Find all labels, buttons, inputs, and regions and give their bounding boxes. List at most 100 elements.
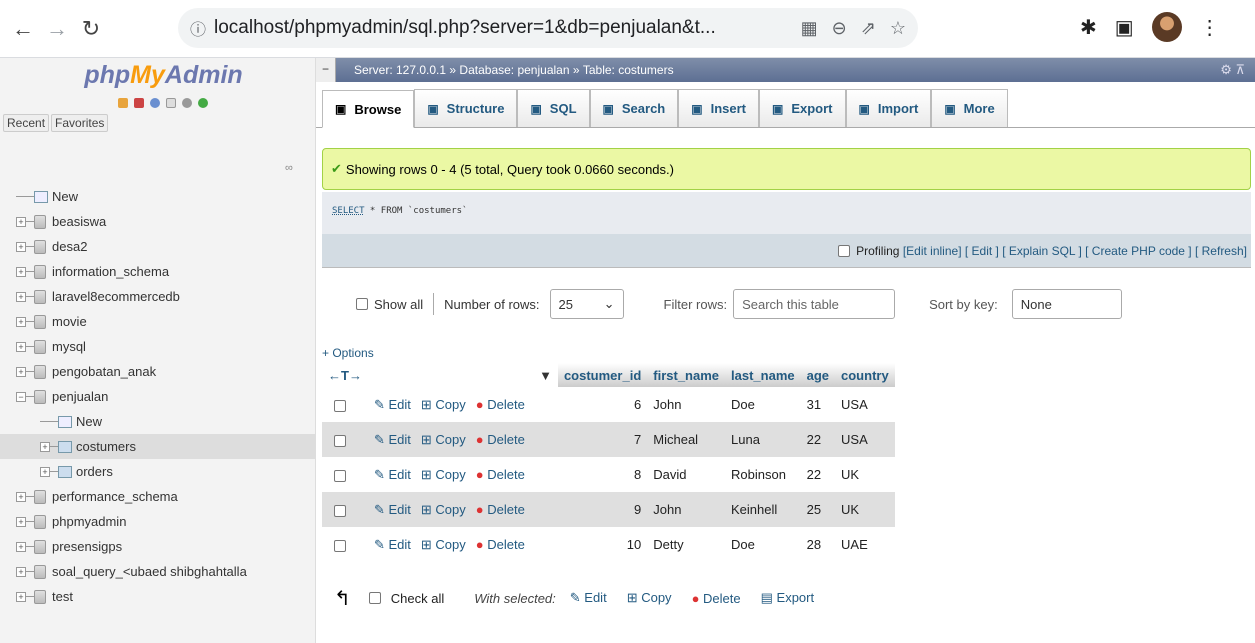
row-checkbox[interactable] bbox=[334, 539, 346, 552]
expand-icon[interactable]: + bbox=[16, 316, 26, 327]
tree-item[interactable]: + phpmyadmin bbox=[0, 509, 315, 534]
filter-input[interactable]: Search this table bbox=[733, 289, 896, 319]
cell-age[interactable]: 28 bbox=[800, 527, 836, 562]
translate-icon[interactable]: ▦ bbox=[801, 18, 818, 39]
bulk-export-button[interactable]: ▤ Export bbox=[761, 590, 814, 606]
col-country[interactable]: country bbox=[835, 363, 895, 387]
tab-structure[interactable]: ▣ Structure bbox=[414, 89, 518, 127]
cell-costumer-id[interactable]: 9 bbox=[557, 492, 648, 527]
cell-costumer-id[interactable]: 7 bbox=[557, 422, 648, 457]
tab-export[interactable]: ▣ Export bbox=[759, 89, 846, 127]
col-last-name[interactable]: last_name bbox=[725, 363, 801, 387]
tree-item[interactable]: + mysql bbox=[0, 334, 315, 359]
query-links[interactable]: [Edit inline] [ Edit ] [ Explain SQL ] [… bbox=[903, 244, 1247, 258]
col-first-name[interactable]: first_name bbox=[647, 363, 726, 387]
cell-last-name[interactable]: Doe bbox=[725, 387, 801, 422]
reload-icon[interactable]: ↻ bbox=[74, 12, 108, 46]
row-checkbox[interactable] bbox=[334, 434, 346, 447]
share-icon[interactable]: ⇗ bbox=[861, 18, 876, 39]
tab-more[interactable]: ▣ More bbox=[931, 89, 1008, 127]
tree-item[interactable]: + movie bbox=[0, 309, 315, 334]
expand-icon[interactable]: + bbox=[16, 216, 26, 227]
bulk-copy-button[interactable]: ⊞ Copy bbox=[627, 590, 672, 606]
expand-icon[interactable]: + bbox=[16, 241, 26, 252]
collapse-icon[interactable]: − bbox=[316, 58, 336, 82]
phpmyadmin-logo[interactable]: php My Admin bbox=[0, 58, 315, 92]
row-checkbox[interactable] bbox=[334, 469, 346, 482]
sort-select[interactable]: None bbox=[1011, 289, 1122, 319]
row-checkbox[interactable] bbox=[334, 399, 346, 412]
cell-costumer-id[interactable]: 6 bbox=[557, 387, 648, 422]
edit-button[interactable]: ✎ Edit bbox=[374, 397, 411, 412]
cell-age[interactable]: 31 bbox=[800, 387, 836, 422]
cell-first-name[interactable]: Detty bbox=[647, 527, 726, 562]
tree-item[interactable]: + orders bbox=[0, 459, 315, 484]
tab-import[interactable]: ▣ Import bbox=[845, 89, 932, 127]
cell-first-name[interactable]: Micheal bbox=[647, 422, 726, 457]
edit-button[interactable]: ✎ Edit bbox=[374, 502, 411, 517]
tree-item[interactable]: − penjualan bbox=[0, 384, 315, 409]
show-all-checkbox[interactable] bbox=[356, 298, 368, 310]
cell-country[interactable]: USA bbox=[835, 387, 895, 422]
extensions-icon[interactable]: ✱ bbox=[1080, 15, 1097, 40]
delete-button[interactable]: ● Delete bbox=[476, 467, 525, 482]
cell-last-name[interactable]: Luna bbox=[725, 422, 801, 457]
options-link[interactable]: + Options bbox=[322, 346, 374, 360]
expand-icon[interactable]: + bbox=[16, 341, 26, 352]
tree-item[interactable]: + beasiswa bbox=[0, 209, 315, 234]
tree-item[interactable]: + laravel8ecommercedb bbox=[0, 284, 315, 309]
bulk-edit-button[interactable]: ✎ Edit bbox=[570, 590, 607, 606]
docs-icon[interactable] bbox=[165, 98, 176, 108]
tab-insert[interactable]: ▣ Insert bbox=[678, 89, 759, 127]
exit-icon[interactable] bbox=[133, 98, 144, 108]
copy-button[interactable]: ⊞ Copy bbox=[421, 467, 466, 482]
col-age[interactable]: age bbox=[800, 363, 836, 387]
home-icon[interactable] bbox=[117, 98, 128, 108]
cell-last-name[interactable]: Keinhell bbox=[725, 492, 801, 527]
cell-country[interactable]: USA bbox=[835, 422, 895, 457]
reload-nav-icon[interactable] bbox=[197, 98, 208, 108]
row-checkbox[interactable] bbox=[334, 504, 346, 517]
column-resize-icon[interactable]: ←T→ bbox=[322, 363, 368, 387]
edit-button[interactable]: ✎ Edit bbox=[374, 432, 411, 447]
avatar[interactable] bbox=[1151, 12, 1182, 42]
cell-first-name[interactable]: David bbox=[647, 457, 726, 492]
expand-icon[interactable]: + bbox=[16, 541, 26, 552]
expand-icon[interactable]: + bbox=[16, 491, 26, 502]
gear-icon[interactable] bbox=[181, 98, 192, 108]
url-text[interactable]: localhost/phpmyadmin/sql.php?server=1&db… bbox=[214, 17, 801, 39]
tab-search[interactable]: ▣ Search bbox=[589, 89, 679, 127]
bulk-delete-button[interactable]: ● Delete bbox=[692, 591, 741, 606]
copy-button[interactable]: ⊞ Copy bbox=[421, 537, 466, 552]
expand-icon[interactable]: + bbox=[16, 291, 26, 302]
col-costumer-id[interactable]: costumer_id bbox=[557, 363, 648, 387]
settings-icon[interactable]: ⚙ ⊼ bbox=[1220, 62, 1245, 78]
cell-age[interactable]: 22 bbox=[800, 457, 836, 492]
cell-country[interactable]: UK bbox=[835, 492, 895, 527]
expand-icon[interactable]: + bbox=[40, 466, 50, 477]
zoom-icon[interactable]: ⊖ bbox=[832, 18, 847, 39]
recent-tab[interactable]: Recent bbox=[3, 114, 50, 132]
tree-item[interactable]: + costumers bbox=[0, 434, 315, 459]
delete-button[interactable]: ● Delete bbox=[476, 432, 525, 447]
cell-age[interactable]: 22 bbox=[800, 422, 836, 457]
expand-icon[interactable]: + bbox=[16, 266, 26, 277]
tree-item[interactable]: New bbox=[0, 184, 315, 209]
delete-button[interactable]: ● Delete bbox=[476, 537, 525, 552]
menu-icon[interactable]: ⋮ bbox=[1200, 15, 1220, 40]
delete-button[interactable]: ● Delete bbox=[476, 397, 525, 412]
address-bar[interactable]: ⓘ localhost/phpmyadmin/sql.php?server=1&… bbox=[178, 8, 918, 48]
sort-arrow-icon[interactable]: ▼ bbox=[367, 363, 558, 387]
expand-icon[interactable]: + bbox=[16, 591, 26, 602]
breadcrumb-database[interactable]: Database: penjualan » bbox=[459, 63, 579, 77]
profiling-checkbox[interactable] bbox=[838, 244, 851, 257]
tree-item[interactable]: + pengobatan_anak bbox=[0, 359, 315, 384]
cell-costumer-id[interactable]: 10 bbox=[557, 527, 648, 562]
cell-costumer-id[interactable]: 8 bbox=[557, 457, 648, 492]
tree-item[interactable]: + desa2 bbox=[0, 234, 315, 259]
star-icon[interactable]: ☆ bbox=[890, 18, 906, 39]
expand-icon[interactable]: + bbox=[16, 366, 26, 377]
tree-item[interactable]: + presensigps bbox=[0, 534, 315, 559]
cell-first-name[interactable]: John bbox=[647, 387, 726, 422]
expand-icon[interactable]: + bbox=[40, 441, 50, 452]
